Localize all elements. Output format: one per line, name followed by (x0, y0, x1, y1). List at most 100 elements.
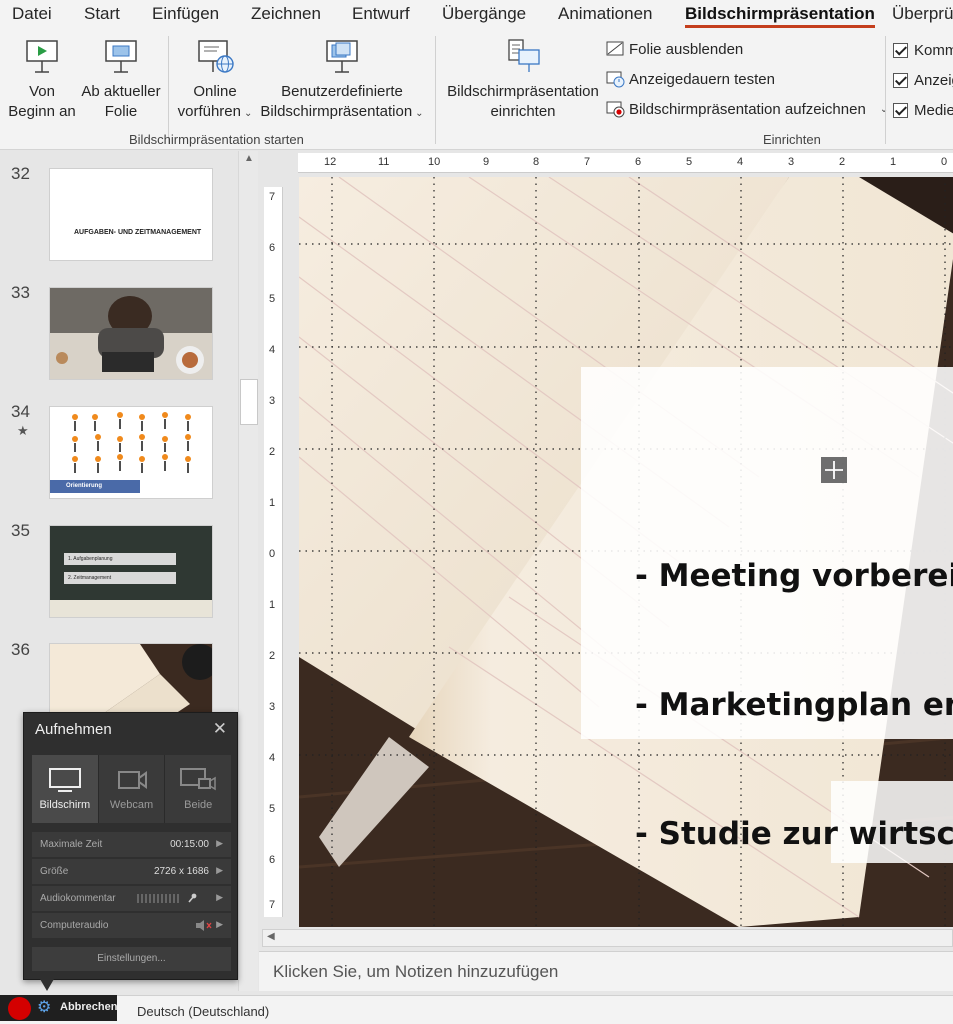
row-label: Maximale Zeit (40, 839, 103, 850)
ruler-label: 12 (324, 156, 337, 168)
setup-slideshow-button[interactable]: Bildschirmpräsentation einrichten (446, 38, 600, 122)
thumbnail-caption: Orientierung (66, 483, 103, 489)
mode-both-button[interactable]: Beide (165, 755, 231, 823)
from-current-slide-button[interactable]: Ab aktueller Folie (80, 38, 162, 122)
checkbox-comments[interactable]: Komm (893, 42, 953, 59)
close-icon[interactable]: ✕ (213, 719, 227, 739)
screen-and-webcam-icon (180, 768, 216, 791)
record-slideshow-button[interactable]: Bildschirmpräsentation aufzeichnen ⌄ (605, 100, 888, 118)
monitor-icon (48, 768, 81, 792)
checkbox-checked-icon (893, 73, 908, 88)
thumbnail-scrollbar[interactable]: ▲ (238, 151, 258, 991)
checkbox-media[interactable]: Medie (893, 102, 953, 119)
ribbon-separator (435, 36, 436, 144)
slide-thumbnail-34[interactable]: Orientierung (49, 406, 213, 499)
ruler-label: 6 (269, 242, 276, 254)
ruler-label: 1 (269, 599, 276, 611)
present-online-button[interactable]: Online vorführen ⌄ (172, 38, 258, 124)
max-time-row[interactable]: Maximale Zeit 00:15:00 ▶ (32, 832, 231, 857)
ruler-label: 11 (378, 156, 390, 168)
chevron-right-icon: ▶ (216, 919, 223, 929)
horizontal-ruler: 12 11 10 9 8 7 6 5 4 3 2 1 0 (298, 153, 953, 173)
custom-slideshow-label-1: Benutzerdefinierte (281, 83, 403, 100)
photo-person-laptop-image (50, 288, 212, 379)
editor-horizontal-scrollbar[interactable]: ◀ (262, 929, 953, 947)
chevron-right-icon: ▶ (216, 838, 223, 848)
slide-thumbnail-35[interactable]: 1. Aufgabenplanung 2. Zeitmanagement (49, 525, 213, 618)
rehearse-timings-button[interactable]: Anzeigedauern testen (605, 70, 775, 88)
present-online-label-1: Online (193, 83, 237, 100)
ruler-label: 10 (428, 156, 441, 168)
chevron-down-icon: ⌄ (415, 108, 424, 119)
scroll-up-icon[interactable]: ▲ (244, 153, 254, 164)
scroll-left-icon[interactable]: ◀ (267, 931, 275, 942)
tab-ueberpruefen[interactable]: Überprü (892, 4, 953, 24)
checkbox-timings[interactable]: Anzeig (893, 72, 953, 89)
thumbnail-item: 1. Aufgabenplanung (64, 553, 176, 565)
hide-slide-label: Folie ausblenden (629, 40, 744, 58)
tab-uebergaenge[interactable]: Übergänge (442, 4, 526, 24)
play-from-current-icon (105, 40, 137, 73)
custom-slideshow-button[interactable]: Benutzerdefinierte Bildschirmpräsentatio… (259, 38, 425, 124)
row-label: Größe (40, 866, 69, 877)
slide-canvas[interactable]: - Meeting vorbereiten - Marketingplan en… (299, 177, 953, 927)
checkbox-checked-icon (893, 43, 908, 58)
chevron-down-icon: ⌄ (243, 108, 253, 119)
recording-settings-button[interactable]: Einstellungen... (32, 947, 231, 971)
language-indicator[interactable]: Deutsch (Deutschland) (137, 1004, 269, 1019)
ruler-label: 6 (269, 854, 276, 866)
setup-slideshow-icon (508, 39, 540, 72)
from-current-label-1: Ab aktueller (81, 83, 161, 100)
tab-entwurf[interactable]: Entwurf (352, 4, 410, 24)
slide-number: 34 (11, 402, 30, 421)
tab-bildschirmpraesentation[interactable]: Bildschirmpräsentation (685, 4, 875, 28)
computer-audio-row[interactable]: Computeraudio ▶ (32, 913, 231, 938)
ruler-label: 4 (269, 344, 276, 356)
row-label: Computeraudio (40, 920, 109, 931)
row-value: 2726 x 1686 (153, 866, 209, 877)
size-row[interactable]: Größe 2726 x 1686 ▶ (32, 859, 231, 884)
slide-number: 36 (11, 640, 30, 659)
from-beginning-button[interactable]: Von Beginn an (6, 38, 78, 122)
scrollbar-thumb[interactable] (240, 379, 258, 425)
checkbox-checked-icon (893, 103, 908, 118)
vertical-ruler: 7 6 5 4 3 2 1 0 1 2 3 4 5 6 7 (264, 187, 283, 917)
recording-mode-selector: Bildschirm Webcam Beide (32, 755, 231, 823)
tab-animationen[interactable]: Animationen (558, 4, 653, 24)
hide-slide-button[interactable]: Folie ausblenden (605, 40, 743, 58)
tab-zeichnen[interactable]: Zeichnen (251, 4, 321, 24)
tab-datei[interactable]: Datei (12, 4, 52, 24)
from-beginning-label-1: Von (29, 83, 55, 100)
record-button[interactable] (8, 997, 31, 1020)
ruler-label: 2 (269, 446, 276, 458)
ruler-label: 1 (269, 497, 276, 509)
present-online-label-2: vorführen ⌄ (177, 103, 253, 120)
from-current-label-2: Folie (104, 103, 138, 120)
chevron-right-icon: ▶ (216, 865, 223, 875)
notes-pane[interactable]: Klicken Sie, um Notizen hinzuzufügen (259, 951, 953, 991)
ruler-label: 5 (686, 156, 693, 168)
audio-commentary-row[interactable]: Audiokommentar ▶ (32, 886, 231, 911)
recording-panel-title: Aufnehmen (35, 721, 112, 738)
slide-thumbnail-32[interactable]: AUFGABEN- UND ZEITMANAGEMENT (49, 168, 213, 261)
row-label: Audiokommentar (40, 893, 116, 904)
ruler-label: 1 (890, 156, 897, 168)
ruler-label: 0 (269, 548, 276, 560)
mode-label: Webcam (109, 799, 154, 811)
status-bar: Deutsch (Deutschland) (0, 995, 953, 1024)
gear-icon[interactable]: ⚙ (37, 997, 51, 1017)
ruler-label: 5 (269, 803, 276, 815)
mode-webcam-button[interactable]: Webcam (99, 755, 166, 823)
cancel-recording-button[interactable]: Abbrechen (60, 1001, 117, 1013)
tab-einfuegen[interactable]: Einfügen (152, 4, 219, 24)
mode-screen-button[interactable]: Bildschirm (32, 755, 99, 823)
checkbox-label: Anzeig (914, 72, 953, 89)
chevron-down-icon[interactable]: ⌄ (880, 104, 888, 115)
notes-placeholder: Klicken Sie, um Notizen hinzuzufügen (273, 962, 559, 981)
slide-thumbnail-33[interactable] (49, 287, 213, 380)
slide-text-box[interactable]: - Meeting vorbereiten - Marketingplan en… (635, 469, 953, 927)
mode-label: Bildschirm (39, 799, 91, 811)
record-slideshow-label: Bildschirmpräsentation aufzeichnen (629, 100, 866, 118)
tab-start[interactable]: Start (84, 4, 120, 24)
slide-number: 32 (11, 164, 30, 183)
